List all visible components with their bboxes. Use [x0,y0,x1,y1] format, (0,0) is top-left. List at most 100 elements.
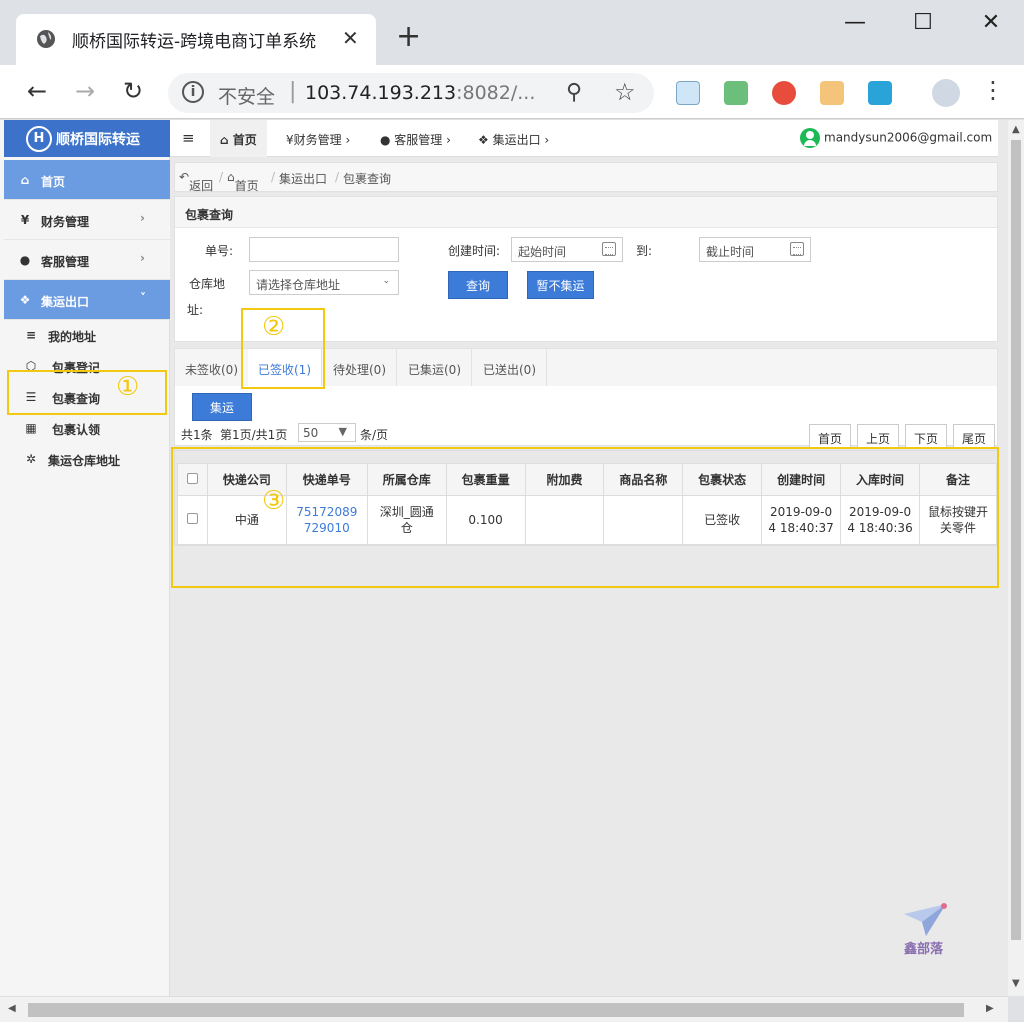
sidebar-subitem-label: 我的地址 [48,330,97,344]
sidebar-subitem-label: 集运仓库地址 [48,454,121,468]
annotation-number-2: ② [262,312,286,342]
to-label: 到: [636,244,653,258]
extension-mail-icon[interactable] [724,81,748,105]
omnibox-separator: | [289,79,297,104]
bookmark-star-icon[interactable]: ☆ [614,78,636,106]
page-viewport: H 顺桥国际转运 ⌂ 首页 ¥ 财务管理 › ● 客服管理 › ❖ 集运出口 ˅… [0,120,1008,996]
page-size-select[interactable]: 50 ▼ [298,423,356,442]
breadcrumb-home[interactable]: ⌂ 首页 [227,170,259,193]
sidebar-subitem-warehouse-address[interactable]: ✲ 集运仓库地址 [4,444,170,475]
sidebar-item-label: 首页 [41,175,66,189]
breadcrumb-home-label: 首页 [234,179,259,193]
first-page-button[interactable]: 首页 [809,424,852,448]
extension-docs-icon[interactable] [676,81,700,105]
order-no-input[interactable] [249,237,399,262]
omnibox[interactable]: i 不安全 | 103.74.193.213:8082/... ⚲ ☆ [168,73,654,113]
vertical-scrollbar[interactable]: ▲ ▼ [1008,120,1024,996]
sidebar-subitem-my-address[interactable]: ≡ 我的地址 [4,320,170,351]
hold-consolidation-button[interactable]: 暂不集运 [527,271,594,299]
tab-unsigned[interactable]: 未签收(0) [175,349,249,387]
sidebar-subitem-package-claim[interactable]: ▦ 包裹认领 [4,413,170,444]
cubes-icon: ❖ [19,293,31,307]
annotation-number-3: ③ [262,486,286,516]
warehouse-select[interactable]: 请选择仓库地址 ⌄ [249,270,399,295]
browser-tab[interactable]: 顺桥国际转运-跨境电商订单系统 ✕ [16,14,376,65]
user-account[interactable]: mandysun2006@gmail.com [800,128,992,148]
back-arrow-icon[interactable]: ← [22,77,52,107]
yen-icon: ¥ [20,213,30,227]
breadcrumb-back-label: 返回 [189,179,214,193]
globe-icon [37,30,55,48]
new-tab-icon[interactable]: + [396,22,421,52]
info-icon[interactable]: i [182,81,204,103]
last-page-button[interactable]: 尾页 [953,424,996,448]
sidebar-item-home[interactable]: ⌂ 首页 [4,160,170,200]
sidebar-item-consolidation[interactable]: ❖ 集运出口 ˅ [4,280,170,320]
scroll-right-icon[interactable]: ▶ [986,1003,994,1014]
next-page-button[interactable]: 下页 [905,424,948,448]
breadcrumb-divider: / [335,170,340,184]
sidebar-item-finance[interactable]: ¥ 财务管理 › [4,200,170,240]
prev-page-button[interactable]: 上页 [857,424,900,448]
browser-menu-icon[interactable]: · · · [986,71,1000,111]
url-host: 103.74.193.213 [305,82,457,104]
topnav-finance-label: ¥财务管理 [286,133,342,147]
end-time-input[interactable]: 截止时间 [699,237,811,262]
page-size-value: 50 [303,426,319,440]
menu-toggle-icon[interactable]: ≡ [182,129,195,147]
maximize-icon[interactable]: ☐ [908,10,938,40]
tab-title: 顺桥国际转运-跨境电商订单系统 [72,32,317,52]
minimize-icon[interactable]: — [840,10,870,40]
chevron-down-icon: ⌄ [382,276,390,286]
breadcrumb: ↶ 返回 / ⌂ 首页 / 集运出口 / 包裹查询 [174,162,998,193]
forward-arrow-icon[interactable]: → [70,77,100,107]
start-time-input[interactable]: 起始时间 [511,237,623,262]
breadcrumb-back[interactable]: ↶ 返回 [179,170,213,193]
brand-logo[interactable]: H 顺桥国际转运 [4,120,170,157]
extension-face-icon[interactable] [820,81,844,105]
consolidate-button[interactable]: 集运 [192,393,252,421]
tab-consolidated[interactable]: 已集运(0) [398,349,472,387]
tab-shipped[interactable]: 已送出(0) [473,349,547,387]
end-time-placeholder: 截止时间 [706,245,755,259]
caret-down-icon: ▼ [338,425,347,438]
horizontal-scroll-thumb[interactable] [28,1003,964,1017]
chevron-right-icon: › [140,211,145,225]
avatar-icon [800,128,820,148]
scroll-left-icon[interactable]: ◀ [8,1003,16,1014]
grid-icon: ▦ [25,421,37,435]
topnav-finance[interactable]: ¥财务管理 › [286,131,350,148]
topnav-home[interactable]: ⌂ 首页 [210,120,267,157]
pager-total: 共1条 [181,428,213,442]
url-text[interactable]: 103.74.193.213:8082/... [305,82,535,104]
breadcrumb-section[interactable]: 集运出口 [279,170,327,187]
topnav-service[interactable]: ● 客服管理 › [380,131,451,148]
scroll-up-icon[interactable]: ▲ [1012,124,1020,135]
warehouse-select-value: 请选择仓库地址 [256,278,341,292]
scroll-down-icon[interactable]: ▼ [1012,978,1020,989]
profile-avatar-icon[interactable] [932,79,960,107]
topnav-consolidation-label: 集运出口 [492,133,541,147]
reload-icon[interactable]: ↻ [118,77,148,107]
panel-header: 包裹查询 [175,197,997,228]
vertical-scroll-thumb[interactable] [1011,140,1021,940]
sidebar-subitem-label: 包裹认领 [52,423,101,437]
extension-flower-icon[interactable] [772,81,796,105]
breadcrumb-divider: / [219,170,224,184]
window-close-icon[interactable]: ✕ [976,10,1006,40]
home-icon: ⌂ [20,173,30,187]
sidebar-item-service[interactable]: ● 客服管理 › [4,240,170,280]
browser-tab-strip: 顺桥国际转运-跨境电商订单系统 ✕ + — ☐ ✕ [0,0,1024,65]
topnav-consolidation[interactable]: ❖ 集运出口 › [478,131,549,148]
sidebar-item-label: 财务管理 [41,215,90,229]
warehouse-label: 仓库地 [189,277,226,291]
horizontal-scrollbar[interactable]: ◀ ▶ [0,996,1008,1022]
annotation-box-3 [171,447,999,588]
zoom-icon[interactable]: ⚲ [566,80,582,105]
tab-pending[interactable]: 待处理(0) [323,349,397,387]
extension-share-icon[interactable] [868,81,892,105]
list-icon: ≡ [25,328,37,342]
tab-close-icon[interactable]: ✕ [342,26,359,50]
brand-mark-icon: H [26,126,52,152]
query-button[interactable]: 查询 [448,271,508,299]
